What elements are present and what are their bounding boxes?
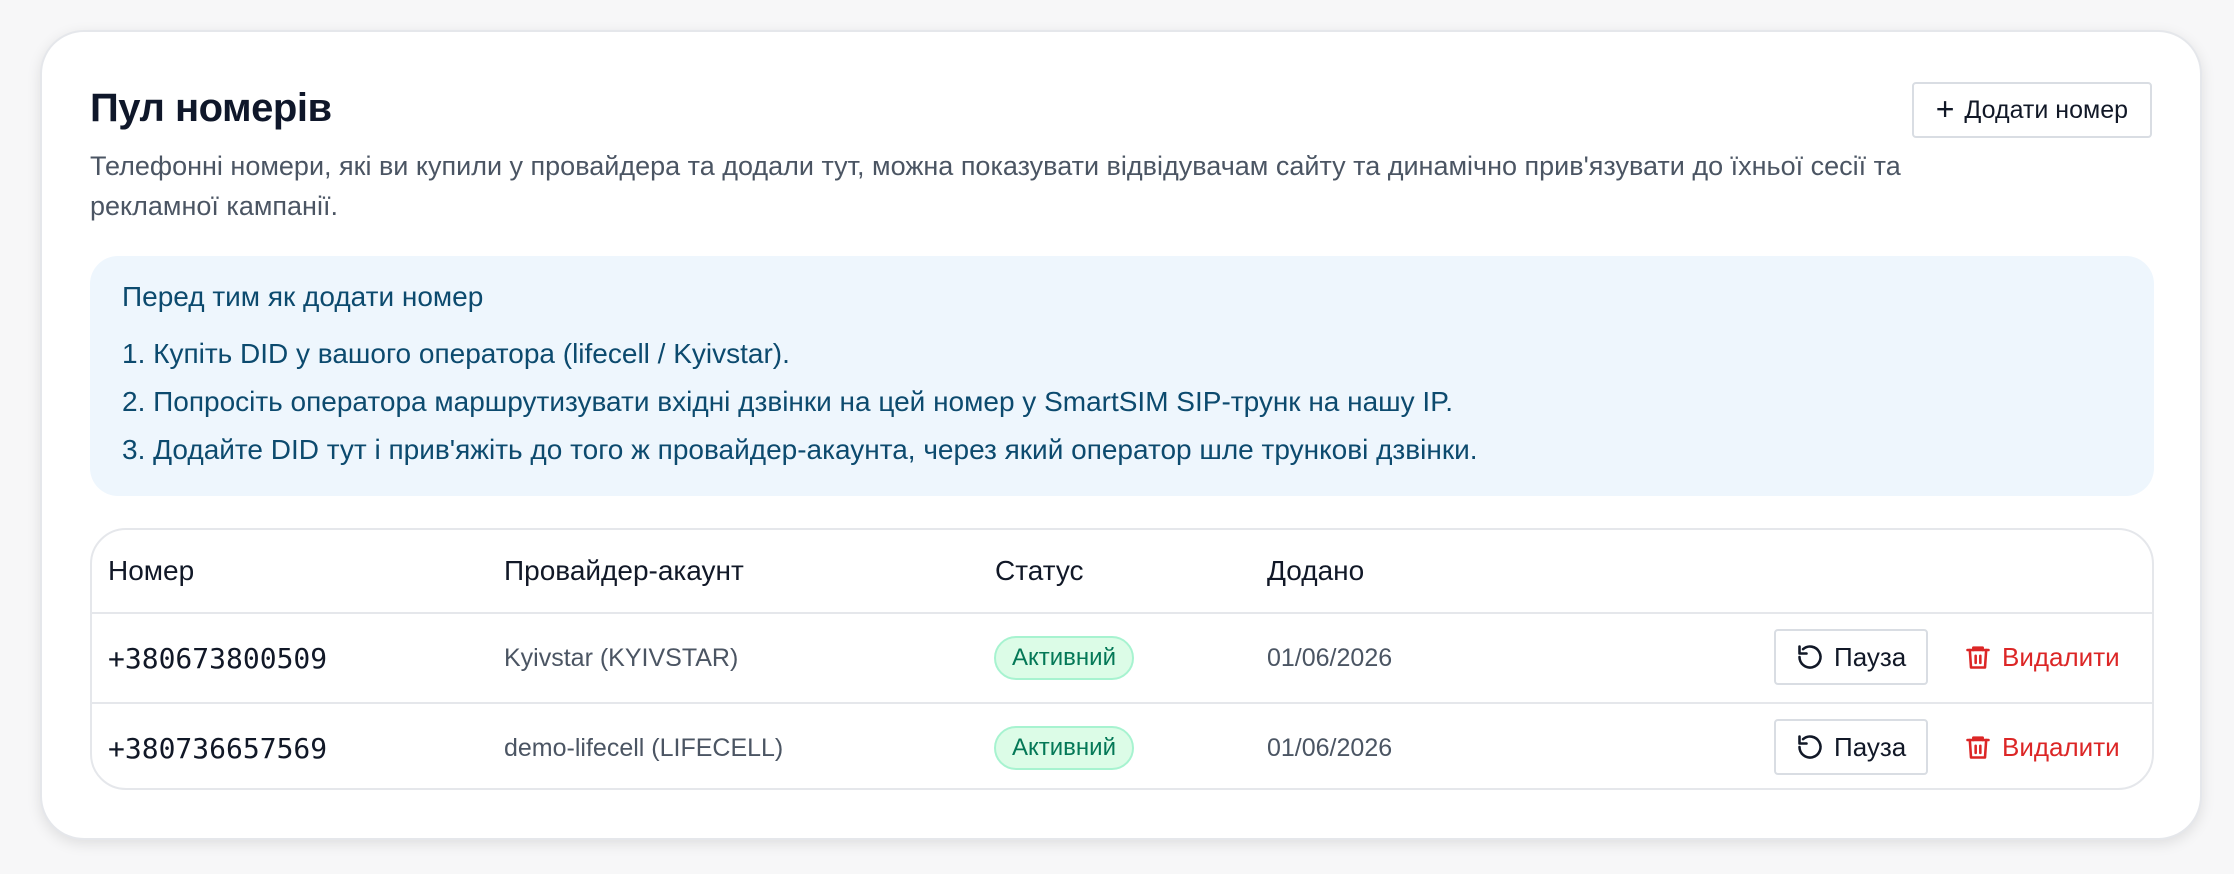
delete-button[interactable]: Видалити [1952,629,2132,685]
numbers-table: Номер Провайдер-акаунт Статус Додано +38… [90,528,2154,790]
refresh-icon [1796,643,1824,671]
table-row: +380673800509 Kyivstar (KYIVSTAR) Активн… [92,614,2152,702]
add-number-label: Додати номер [1964,95,2128,124]
phone-number: +380673800509 [108,641,328,675]
delete-button[interactable]: Видалити [1952,719,2132,775]
info-step: 3. Додайте DID тут і прив'яжіть до того … [122,434,1478,465]
phone-number: +380736657569 [108,731,328,765]
add-number-button[interactable]: + Додати номер [1911,82,2152,138]
info-step: 1. Купіть DID у вашого оператора (lifece… [122,338,790,369]
delete-label: Видалити [2002,641,2120,672]
info-steps: 1. Купіть DID у вашого оператора (lifece… [122,330,2122,474]
page-description: Телефонні номери, які ви купили у провай… [90,151,1901,221]
info-box: Перед тим як додати номер 1. Купіть DID … [90,256,2154,496]
table-row: +380736657569 demo-lifecell (LIFECELL) А… [92,702,2152,788]
pause-label: Пауза [1834,731,1907,762]
status-badge: Активний [994,726,1134,770]
pause-button[interactable]: Пауза [1774,719,1929,775]
info-step: 2. Попросіть оператора маршрутизувати вх… [122,386,1454,417]
delete-label: Видалити [2002,731,2120,762]
refresh-icon [1796,733,1824,761]
page-title: Пул номерів [90,86,332,130]
added-date: 01/06/2026 [1267,643,1393,672]
plus-icon: + [1935,90,1955,127]
column-header-added: Додано [1267,555,1365,586]
info-title: Перед тим як додати номер [122,281,484,312]
status-badge: Активний [994,636,1134,680]
table-header: Номер Провайдер-акаунт Статус Додано [92,530,2152,614]
column-header-status: Статус [995,555,1084,586]
column-header-provider: Провайдер-акаунт [504,555,744,586]
pause-label: Пауза [1834,641,1907,672]
number-pool-card: Пул номерів Телефонні номери, які ви куп… [40,30,2202,840]
provider-account: Kyivstar (KYIVSTAR) [504,643,739,672]
provider-account: demo-lifecell (LIFECELL) [504,733,784,762]
pause-button[interactable]: Пауза [1774,629,1929,685]
column-header-number: Номер [108,555,195,586]
trash-icon [1964,643,1992,671]
added-date: 01/06/2026 [1267,733,1393,762]
trash-icon [1964,733,1992,761]
